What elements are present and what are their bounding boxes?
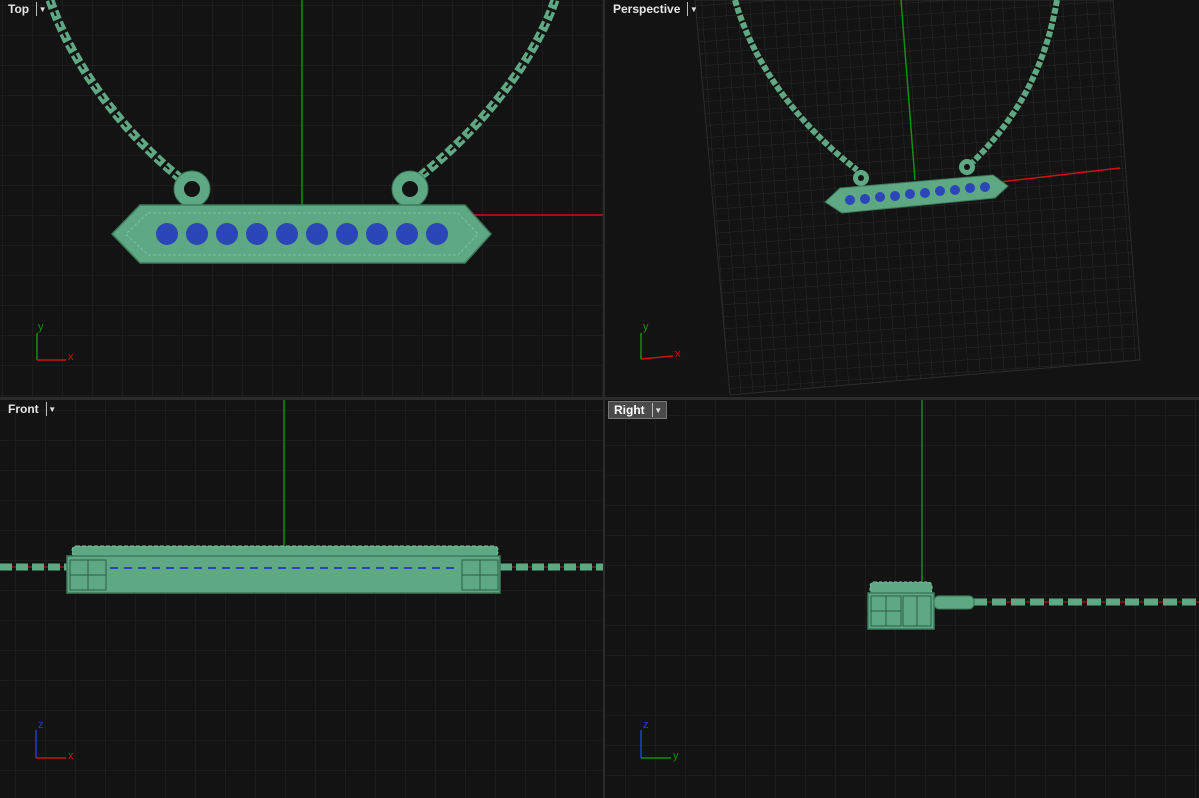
stone [426, 223, 448, 245]
viewport-name: Front [8, 402, 39, 416]
stone [156, 223, 178, 245]
viewport-right[interactable]: z y Right ▼ [605, 400, 1199, 798]
axis-label-v: y [643, 321, 649, 333]
stone [246, 223, 268, 245]
pendant-bar [66, 555, 501, 594]
axis-label-v: z [643, 719, 649, 731]
stone [396, 223, 418, 245]
stone [905, 189, 915, 199]
stone [890, 191, 900, 201]
axis-indicator: y x [640, 321, 681, 360]
viewport-name: Top [8, 2, 30, 16]
stone [186, 223, 208, 245]
front-view-scene: z x [0, 400, 603, 798]
viewport-divider-horizontal[interactable] [0, 397, 1199, 400]
stone [950, 185, 960, 195]
stone-settings [869, 581, 933, 595]
axis-label-v: y [38, 321, 44, 333]
dropdown-arrow-icon[interactable]: ▼ [36, 2, 48, 16]
viewport-title-front[interactable]: Front ▼ [3, 401, 60, 417]
dropdown-arrow-icon[interactable]: ▼ [651, 403, 664, 417]
axis-label-h: x [68, 351, 74, 363]
axis-label-h: y [673, 750, 679, 762]
stone [366, 223, 388, 245]
stone [336, 223, 358, 245]
viewport-name: Right [614, 403, 645, 417]
viewport-front[interactable]: z x Front ▼ [0, 400, 603, 798]
stone-settings [71, 545, 499, 557]
perspective-view-scene: y x [640, 0, 1141, 396]
stone [980, 182, 990, 192]
stone [306, 223, 328, 245]
right-view-scene: z y [605, 400, 1199, 798]
stone [875, 192, 885, 202]
viewport-title-top[interactable]: Top ▼ [3, 1, 50, 17]
axis-label-h: x [675, 348, 681, 360]
stone [845, 195, 855, 205]
stone [860, 194, 870, 204]
viewport-perspective[interactable]: y x Perspective ▼ [605, 0, 1199, 397]
axis-label-h: x [68, 750, 74, 762]
axis-label-v: z [38, 719, 44, 731]
stone [216, 223, 238, 245]
dropdown-arrow-icon[interactable]: ▼ [687, 2, 699, 16]
grid [0, 400, 603, 798]
stone [935, 186, 945, 196]
top-view-scene: y x [0, 0, 603, 397]
viewport-name: Perspective [613, 2, 681, 16]
stone [920, 188, 930, 198]
dropdown-arrow-icon[interactable]: ▼ [45, 402, 58, 416]
viewport-title-perspective[interactable]: Perspective ▼ [608, 1, 701, 17]
viewport-title-right[interactable]: Right ▼ [608, 401, 667, 419]
stone [276, 223, 298, 245]
stone [965, 183, 975, 193]
viewport-top[interactable]: y x Top ▼ [0, 0, 603, 397]
bail [933, 595, 975, 610]
